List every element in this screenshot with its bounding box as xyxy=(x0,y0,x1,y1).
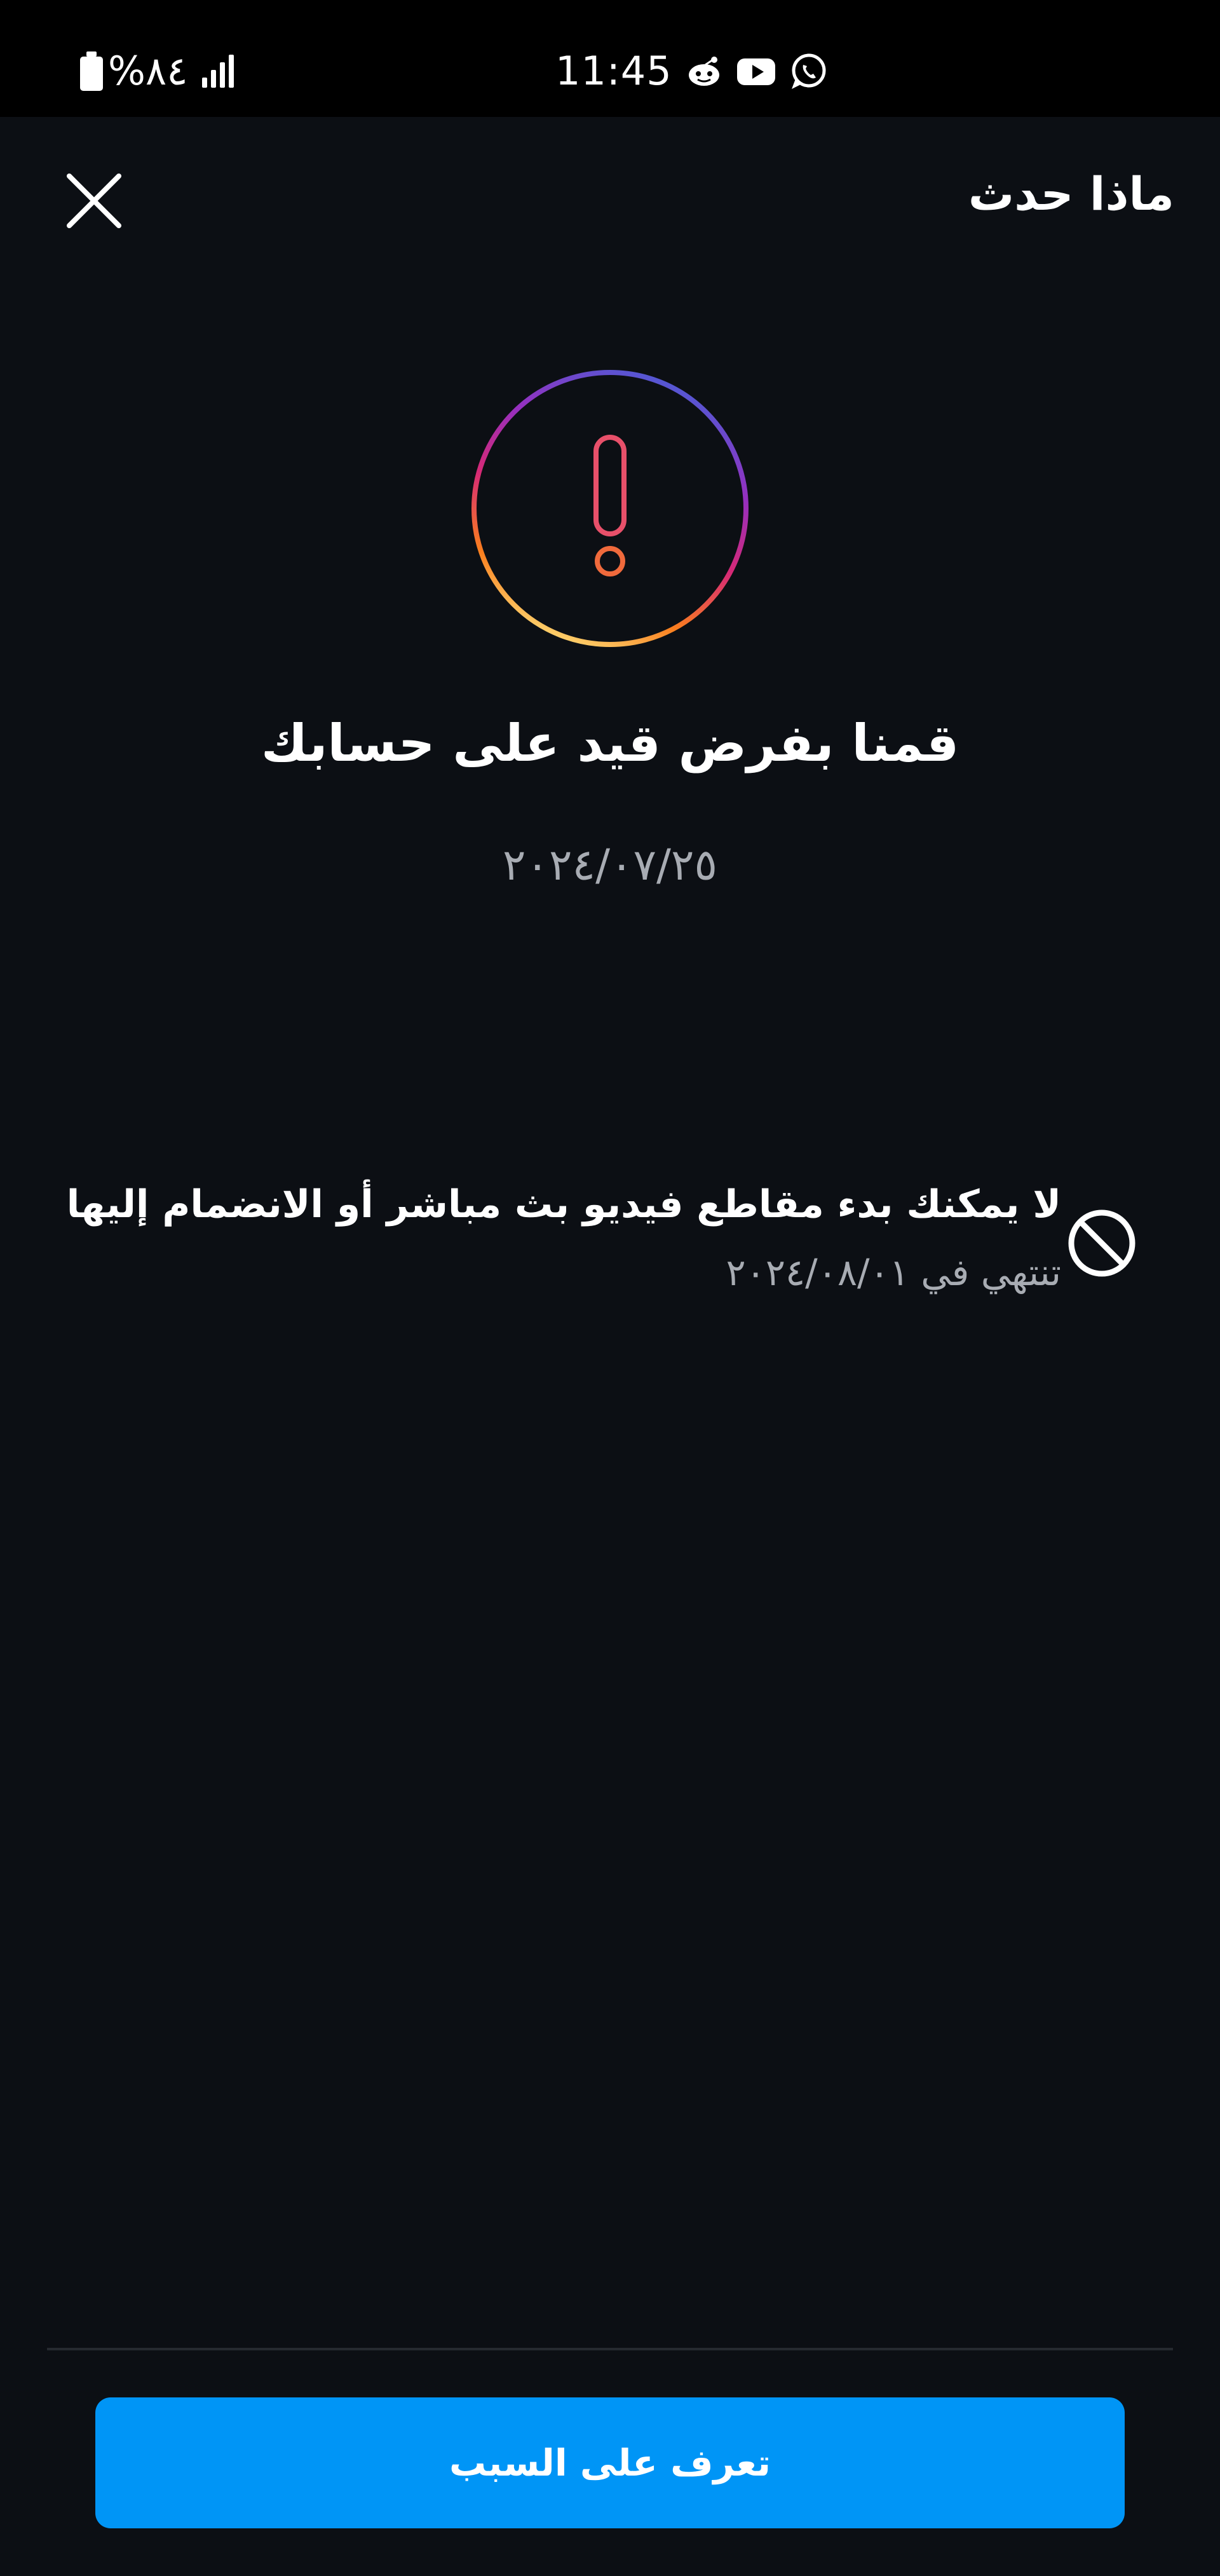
ban-icon xyxy=(1068,1210,1135,1277)
restriction-date: ٢٠٢٤/٠٧/٢٥ xyxy=(502,840,717,890)
close-button[interactable] xyxy=(61,168,127,234)
status-left: %٨٤ xyxy=(80,44,239,98)
battery-level: %٨٤ xyxy=(108,48,188,94)
battery-icon xyxy=(80,51,103,91)
page-title: ماذا حدث xyxy=(968,167,1174,221)
restriction-headline: قمنا بفرض قيد على حسابك xyxy=(261,714,959,773)
clock: 11:45 xyxy=(555,48,672,94)
signal-icon xyxy=(201,55,239,88)
learn-why-button[interactable]: تعرف على السبب xyxy=(95,2397,1125,2528)
close-icon xyxy=(67,174,121,228)
restriction-item: لا يمكنك بدء مقاطع فيديو بث مباشر أو الا… xyxy=(67,1169,1137,1309)
divider xyxy=(47,2348,1173,2350)
reddit-icon xyxy=(688,57,719,86)
alert-icon xyxy=(471,370,749,647)
restriction-title: لا يمكنك بدء مقاطع فيديو بث مباشر أو الا… xyxy=(66,1182,1061,1227)
whatsapp-icon xyxy=(791,53,826,89)
status-center: 11:45 xyxy=(555,44,829,98)
restriction-expiry: تنتهي في ٢٠٢٤/٠٨/٠١ xyxy=(726,1251,1061,1294)
status-bar: %٨٤ 11:45 xyxy=(0,0,1220,117)
youtube-icon xyxy=(736,58,775,85)
